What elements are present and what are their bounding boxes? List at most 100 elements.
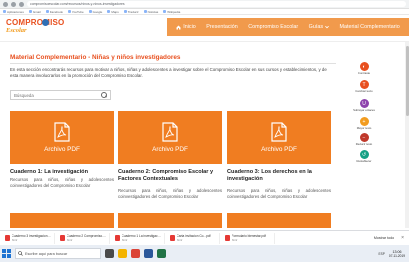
bookmark-icon [88, 10, 92, 13]
menu-item-material-complementario[interactable]: Material Complementario [340, 24, 400, 30]
zoom-in-icon: + [359, 117, 369, 126]
forward-icon[interactable] [11, 1, 16, 7]
card-description: Recursos para niños, niñas y adolescente… [118, 188, 222, 199]
pdf-file-icon [60, 235, 65, 241]
tool-reset[interactable]: ↺ Restablecer [350, 150, 378, 163]
site-logo[interactable]: COMPROMISO Escolar [6, 18, 64, 37]
main-menu: Inicio Presentación Compromiso Escolar G… [167, 18, 409, 36]
home-icon [176, 25, 181, 29]
resource-cards: Archivo PDF Cuaderno 1: La investigación… [10, 111, 340, 230]
logo-text-bottom: Escolar [6, 27, 27, 34]
bookmark-icon [45, 10, 49, 13]
bookmark-icon [123, 10, 127, 13]
download-bar: Cuaderno 3 investigacion.pdf Abrir Cuader… [0, 230, 409, 245]
reset-icon: ↺ [359, 150, 369, 159]
logo-badge-icon [42, 19, 49, 26]
taskbar-search[interactable]: Escribe aquí para buscar [15, 248, 101, 259]
contrast-icon: ◐ [359, 62, 369, 71]
card-title[interactable]: Cuaderno 2: Compromiso Escolar y Factore… [118, 169, 222, 182]
search-icon [18, 251, 23, 256]
bookmark-item[interactable]: Maps [107, 10, 119, 14]
title-divider [10, 63, 336, 64]
close-icon[interactable]: × [401, 235, 406, 241]
download-item[interactable]: Formulario bienestar.pdf Abrir [223, 232, 275, 244]
bookmark-item[interactable]: Wikipedia [163, 10, 180, 14]
intro-text: En esta sección encontrarás recursos par… [10, 67, 327, 79]
accessibility-toolbar: ◐ Contraste T Cambiar texto U Subrayar e… [350, 48, 409, 228]
bookmark-item[interactable]: Traducir [123, 10, 139, 14]
chrome-icon[interactable] [131, 249, 140, 258]
card-thumbnail[interactable]: Archivo PDF [227, 111, 331, 164]
bookmark-item[interactable]: YouTube [67, 10, 84, 14]
card-thumbnail[interactable]: Archivo PDF [10, 111, 114, 164]
url-text: compromisoescolar.com/recursos/ninos-y-n… [30, 2, 125, 6]
bookmark-icon [107, 10, 111, 13]
underline-icon: U [359, 99, 369, 108]
bookmark-icon [67, 10, 71, 13]
bookmark-icon [28, 10, 32, 13]
card-thumbnail[interactable]: Archivo PDF [118, 111, 222, 164]
task-view-icon[interactable] [105, 249, 114, 258]
page-scrollbar[interactable] [405, 42, 409, 228]
card-description: Recursos para niños, niñas y adolescente… [227, 188, 331, 199]
word-icon[interactable] [144, 249, 153, 258]
chevron-down-icon [325, 25, 329, 29]
taskbar-clock[interactable]: 13:06 07-11-2019 [389, 250, 405, 258]
text-icon: T [359, 80, 369, 89]
bookmark-item[interactable]: Gmail [28, 10, 41, 14]
bookmark-item[interactable]: Noticias [143, 10, 158, 14]
reload-icon[interactable] [19, 1, 24, 7]
tool-contrast[interactable]: ◐ Contraste [350, 62, 378, 75]
zoom-out-icon: − [359, 133, 369, 142]
site-header: COMPROMISO Escolar Inicio Presentación C… [0, 15, 409, 42]
windows-start-icon[interactable] [2, 249, 11, 258]
bookmark-item[interactable]: Facebook [45, 10, 63, 14]
card-title[interactable]: Cuaderno 1: La investigación [10, 169, 114, 176]
bookmark-icon [163, 10, 167, 13]
pdf-file-icon [5, 235, 10, 241]
scrollbar-thumb[interactable] [405, 46, 409, 116]
download-item[interactable]: Carta invitacion Co...pdf Abrir [168, 232, 220, 244]
pdf-file-icon [115, 235, 120, 241]
tool-underline[interactable]: U Subrayar enlaces [350, 99, 378, 112]
download-item[interactable]: Cuaderno 3 investigacion.pdf Abrir [3, 232, 55, 244]
bookmark-item[interactable]: Aplicaciones [3, 10, 24, 14]
card-format-label: Archivo PDF [44, 146, 80, 153]
card-format-label: Archivo PDF [152, 146, 188, 153]
menu-item-guias[interactable]: Guías [309, 24, 329, 30]
card-title[interactable]: Cuaderno 3: Los derechos en la investiga… [227, 169, 331, 182]
card-thumbnail[interactable] [227, 213, 331, 228]
pdf-file-icon [225, 235, 230, 241]
search-box [10, 90, 111, 100]
language-indicator[interactable]: ESP [379, 252, 385, 256]
bookmark-icon [3, 10, 6, 13]
resource-card[interactable]: Archivo PDF Cuaderno 3: Los derechos en … [227, 111, 331, 208]
search-input[interactable] [14, 92, 101, 98]
browser-address-bar: compromisoescolar.com/recursos/ninos-y-n… [0, 0, 409, 9]
show-all-downloads-button[interactable]: Mostrar todo [370, 236, 398, 240]
card-description: Recursos para niños, niñas y adolescente… [10, 177, 114, 188]
card-thumbnail[interactable] [10, 213, 114, 228]
menu-item-inicio[interactable]: Inicio [176, 24, 196, 30]
search-icon[interactable] [101, 92, 107, 98]
tool-zoom-out[interactable]: − Reducir texto [350, 133, 378, 146]
resource-card[interactable]: Archivo PDF Cuaderno 1: La investigación… [10, 111, 114, 208]
url-field[interactable]: compromisoescolar.com/recursos/ninos-y-n… [27, 1, 406, 7]
resource-card[interactable]: Archivo PDF Cuaderno 2: Compromiso Escol… [118, 111, 222, 208]
menu-item-presentacion[interactable]: Presentación [206, 24, 237, 30]
back-icon[interactable] [3, 1, 8, 7]
tool-text[interactable]: T Cambiar texto [350, 80, 378, 93]
pdf-file-icon [54, 122, 70, 142]
menu-item-compromiso-escolar[interactable]: Compromiso Escolar [248, 24, 298, 30]
file-explorer-icon[interactable] [118, 249, 127, 258]
bookmark-item[interactable]: Google [88, 10, 102, 14]
tool-zoom-in[interactable]: + Mayor texto [350, 117, 378, 130]
download-item[interactable]: Cuaderno 2 Compromiso.pdf Abrir [58, 232, 110, 244]
card-thumbnail[interactable] [118, 213, 222, 228]
windows-taskbar: Escribe aquí para buscar ESP 13:06 07-11… [0, 245, 409, 262]
download-item[interactable]: Cuaderno 1 La investigacion.pdfAbrir [113, 232, 165, 244]
pdf-file-icon [271, 122, 287, 142]
bookmark-icon [143, 10, 147, 13]
excel-icon[interactable] [157, 249, 166, 258]
main-content: Material Complementario - Niñas y niños … [0, 42, 348, 230]
